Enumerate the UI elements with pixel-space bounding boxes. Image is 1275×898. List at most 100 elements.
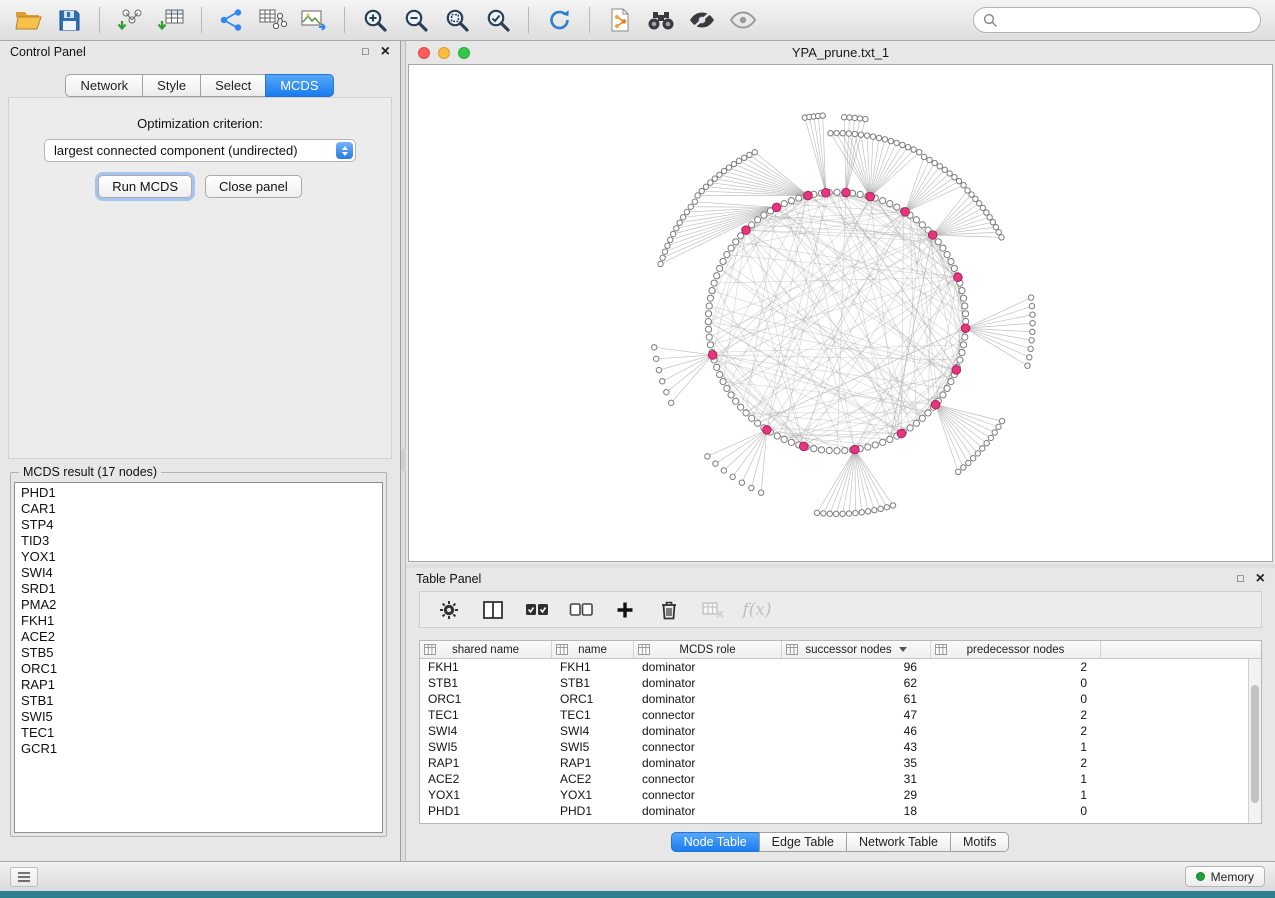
delete-column-button[interactable]	[654, 596, 684, 624]
mcds-result-item[interactable]: PHD1	[15, 485, 382, 501]
find-button[interactable]	[643, 4, 679, 36]
table-row[interactable]: RAP1RAP1dominator352	[420, 755, 1261, 771]
mcds-result-item[interactable]: STB1	[15, 693, 382, 709]
mcds-result-item[interactable]: STB5	[15, 645, 382, 661]
table-row[interactable]: SWI4SWI4dominator462	[420, 723, 1261, 739]
table-mode-button[interactable]	[434, 596, 464, 624]
close-table-panel-icon[interactable]: ×	[1256, 572, 1265, 586]
table-scrollbar[interactable]	[1248, 659, 1261, 823]
create-column-button[interactable]	[610, 596, 640, 624]
tab-network[interactable]: Network	[65, 74, 143, 97]
toggle-bird-view-button[interactable]	[725, 4, 761, 36]
optimization-criterion-label: Optimization criterion:	[9, 116, 391, 131]
tab-style[interactable]: Style	[142, 74, 201, 97]
tab-motifs[interactable]: Motifs	[950, 832, 1009, 852]
tab-node-table[interactable]: Node Table	[671, 832, 760, 852]
apply-layout-button[interactable]	[541, 4, 577, 36]
toolbar-separator	[344, 7, 345, 33]
mcds-result-item[interactable]: SRD1	[15, 581, 382, 597]
zoom-in-icon	[362, 7, 388, 33]
open-file-button[interactable]	[10, 4, 46, 36]
zoom-out-icon	[403, 7, 429, 33]
float-control-panel-icon[interactable]: □	[362, 47, 369, 58]
table-row[interactable]: ORC1ORC1dominator610	[420, 691, 1261, 707]
table-cell: 47	[782, 707, 931, 723]
export-network-doc-button[interactable]	[602, 4, 638, 36]
save-session-button[interactable]	[51, 4, 87, 36]
new-network-button[interactable]	[214, 4, 250, 36]
mcds-result-item[interactable]: TEC1	[15, 725, 382, 741]
import-table-file-button[interactable]	[153, 4, 189, 36]
new-network-icon	[219, 8, 245, 32]
column-header-shared-name[interactable]: shared name	[420, 641, 552, 658]
column-type-icon	[786, 644, 798, 658]
close-window-button[interactable]	[418, 47, 430, 59]
table-row[interactable]: STB1STB1dominator620	[420, 675, 1261, 691]
select-all-button[interactable]	[522, 596, 552, 624]
tab-edge-table[interactable]: Edge Table	[759, 832, 847, 852]
table-panel: Table Panel □ × f(x) shared namenameMCDS…	[406, 568, 1275, 861]
maximize-window-button[interactable]	[458, 47, 470, 59]
table-row[interactable]: ACE2ACE2connector311	[420, 771, 1261, 787]
zoom-selected-icon	[485, 7, 511, 33]
table-row[interactable]: TEC1TEC1connector472	[420, 707, 1261, 723]
table-row[interactable]: SWI5SWI5connector431	[420, 739, 1261, 755]
table-cell: SWI5	[552, 739, 634, 755]
memory-label: Memory	[1211, 870, 1254, 884]
dropdown-stepper-icon	[336, 142, 353, 159]
column-header-predecessor-nodes[interactable]: predecessor nodes	[931, 641, 1101, 658]
tab-network-table[interactable]: Network Table	[846, 832, 951, 852]
tab-select[interactable]: Select	[200, 74, 266, 97]
deselect-all-button[interactable]	[566, 596, 596, 624]
mcds-result-item[interactable]: ACE2	[15, 629, 382, 645]
search-box[interactable]	[973, 7, 1261, 33]
zoom-fit-button[interactable]	[439, 4, 475, 36]
mcds-result-item[interactable]: FKH1	[15, 613, 382, 629]
column-label: shared name	[452, 644, 519, 656]
column-label: name	[578, 644, 607, 656]
status-list-button[interactable]	[10, 867, 38, 887]
table-cell: connector	[634, 739, 782, 755]
column-header-successor-nodes[interactable]: successor nodes	[782, 641, 931, 658]
mcds-result-item[interactable]: STP4	[15, 517, 382, 533]
mcds-result-item[interactable]: SWI5	[15, 709, 382, 725]
zoom-in-button[interactable]	[357, 4, 393, 36]
column-header-MCDS-role[interactable]: MCDS role	[634, 641, 782, 658]
tab-mcds[interactable]: MCDS	[265, 74, 333, 97]
show-columns-button[interactable]	[478, 596, 508, 624]
mcds-result-item[interactable]: YOX1	[15, 549, 382, 565]
close-panel-button[interactable]: Close panel	[205, 175, 302, 198]
mcds-result-item[interactable]: PMA2	[15, 597, 382, 613]
function-builder-button: f(x)	[742, 596, 772, 624]
control-panel-tabs: NetworkStyleSelectMCDS	[0, 74, 400, 97]
network-canvas[interactable]	[408, 64, 1273, 562]
table-row[interactable]: YOX1YOX1connector291	[420, 787, 1261, 803]
export-image-button[interactable]	[296, 4, 332, 36]
table-row[interactable]: PHD1PHD1dominator180	[420, 803, 1261, 819]
table-toolbar: f(x)	[419, 591, 1262, 628]
search-input[interactable]	[1003, 13, 1251, 28]
import-network-file-button[interactable]	[112, 4, 148, 36]
run-mcds-button[interactable]: Run MCDS	[98, 175, 192, 198]
column-header-name[interactable]: name	[552, 641, 634, 658]
table-row[interactable]: FKH1FKH1dominator962	[420, 659, 1261, 675]
table-cell: SWI4	[420, 723, 552, 739]
close-control-panel-icon[interactable]: ×	[381, 45, 390, 59]
show-graphics-details-button[interactable]	[684, 4, 720, 36]
mcds-result-item[interactable]: TID3	[15, 533, 382, 549]
table-cell: 96	[782, 659, 931, 675]
mcds-result-item[interactable]: CAR1	[15, 501, 382, 517]
scrollbar-thumb[interactable]	[1251, 685, 1259, 803]
float-table-panel-icon[interactable]: □	[1237, 574, 1244, 585]
criterion-dropdown[interactable]: largest connected component (undirected)	[44, 139, 356, 162]
show-columns-icon	[483, 601, 503, 619]
zoom-out-button[interactable]	[398, 4, 434, 36]
mcds-result-item[interactable]: GCR1	[15, 741, 382, 757]
minimize-window-button[interactable]	[438, 47, 450, 59]
network-from-table-button[interactable]	[255, 4, 291, 36]
mcds-result-item[interactable]: RAP1	[15, 677, 382, 693]
mcds-result-item[interactable]: SWI4	[15, 565, 382, 581]
mcds-result-item[interactable]: ORC1	[15, 661, 382, 677]
zoom-selected-button[interactable]	[480, 4, 516, 36]
memory-button[interactable]: Memory	[1185, 866, 1265, 887]
